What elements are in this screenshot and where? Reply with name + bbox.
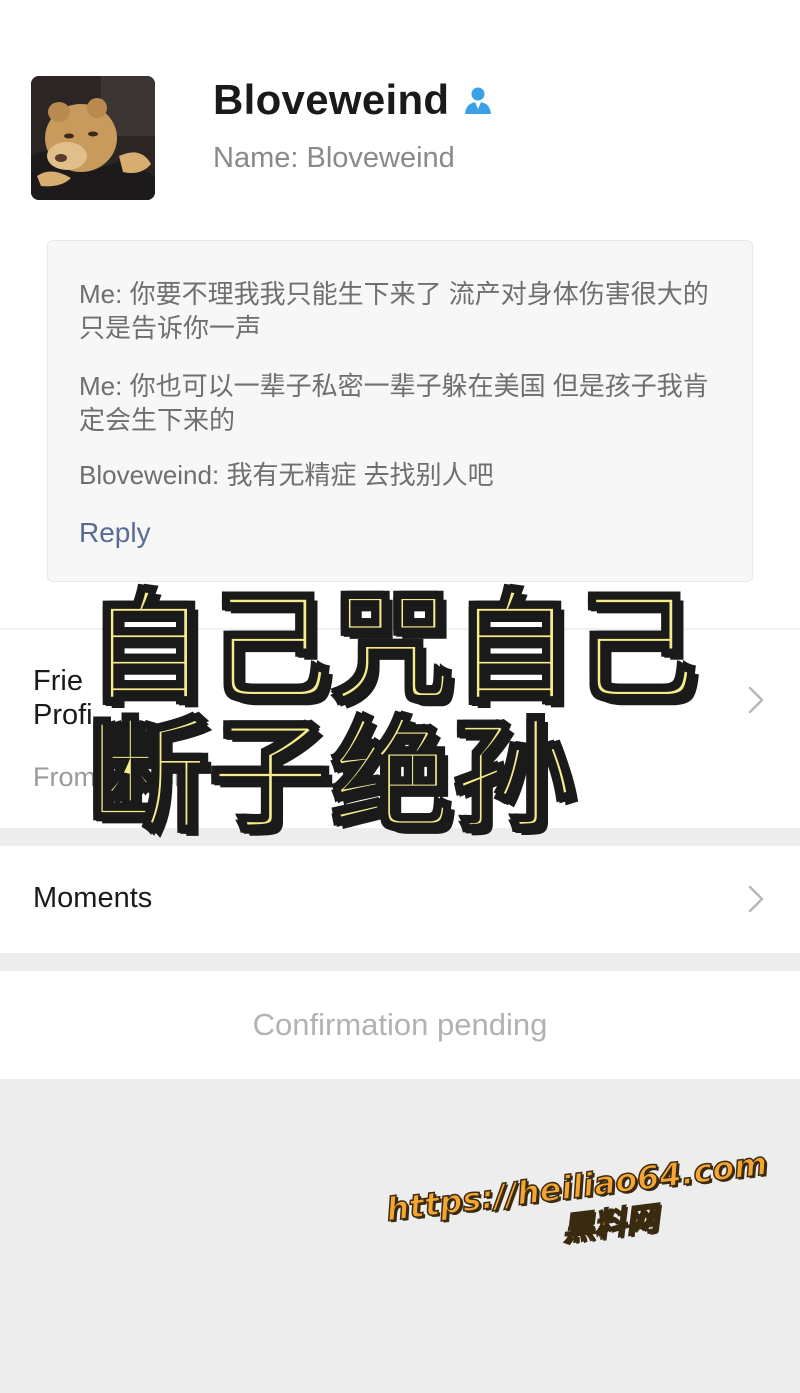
- bottom-empty-area: [0, 1079, 800, 1393]
- section-gap: [0, 828, 800, 846]
- message-sender: Bloveweind:: [79, 460, 220, 490]
- profile-header: Bloveweind Name: Bloveweind: [0, 0, 800, 230]
- chevron-right-icon: [748, 885, 764, 913]
- message-item: Bloveweind: 我有无精症 去找别人吧: [79, 458, 729, 492]
- name-value: Bloveweind: [306, 142, 455, 174]
- message-sender: Me:: [79, 371, 123, 401]
- greeting-messages-card: Me: 你要不理我我只能生下来了 流产对身体伤害很大的 只是告诉你一声 Me: …: [47, 240, 753, 582]
- message-item: Me: 你也可以一辈子私密一辈子躲在美国 但是孩子我肯定会生下来的: [79, 369, 729, 437]
- lion-cub-avatar-image: [31, 76, 155, 200]
- message-text: 你要不理我我只能生下来了 流产对身体伤害很大的 只是告诉你一声: [79, 279, 709, 343]
- source-label: Frie Profi: [33, 664, 123, 732]
- source-value: From Search: [33, 762, 190, 792]
- contact-person-icon: [462, 84, 494, 116]
- confirmation-status: Confirmation pending: [252, 1007, 548, 1042]
- profile-name-line: Name: Bloveweind: [213, 142, 455, 175]
- name-label: Name:: [213, 142, 299, 174]
- moments-label: Moments: [33, 882, 153, 914]
- source-label-line1: Frie: [33, 665, 83, 697]
- friend-source-row[interactable]: Frie Profi From Search: [0, 630, 800, 828]
- avatar[interactable]: [31, 76, 155, 200]
- reply-link[interactable]: Reply: [79, 517, 151, 549]
- message-sender: Me:: [79, 279, 123, 309]
- source-label-line2: Profi: [33, 699, 93, 731]
- confirmation-status-row: Confirmation pending: [0, 971, 800, 1079]
- profile-display-name: Bloveweind: [213, 76, 450, 123]
- message-item: Me: 你要不理我我只能生下来了 流产对身体伤害很大的 只是告诉你一声: [79, 277, 729, 345]
- section-gap: [0, 953, 800, 971]
- moments-row[interactable]: Moments: [0, 846, 800, 953]
- message-text: 我有无精症 去找别人吧: [226, 460, 494, 490]
- chevron-right-icon: [748, 686, 764, 714]
- message-text: 你也可以一辈子私密一辈子躲在美国 但是孩子我肯定会生下来的: [79, 371, 709, 435]
